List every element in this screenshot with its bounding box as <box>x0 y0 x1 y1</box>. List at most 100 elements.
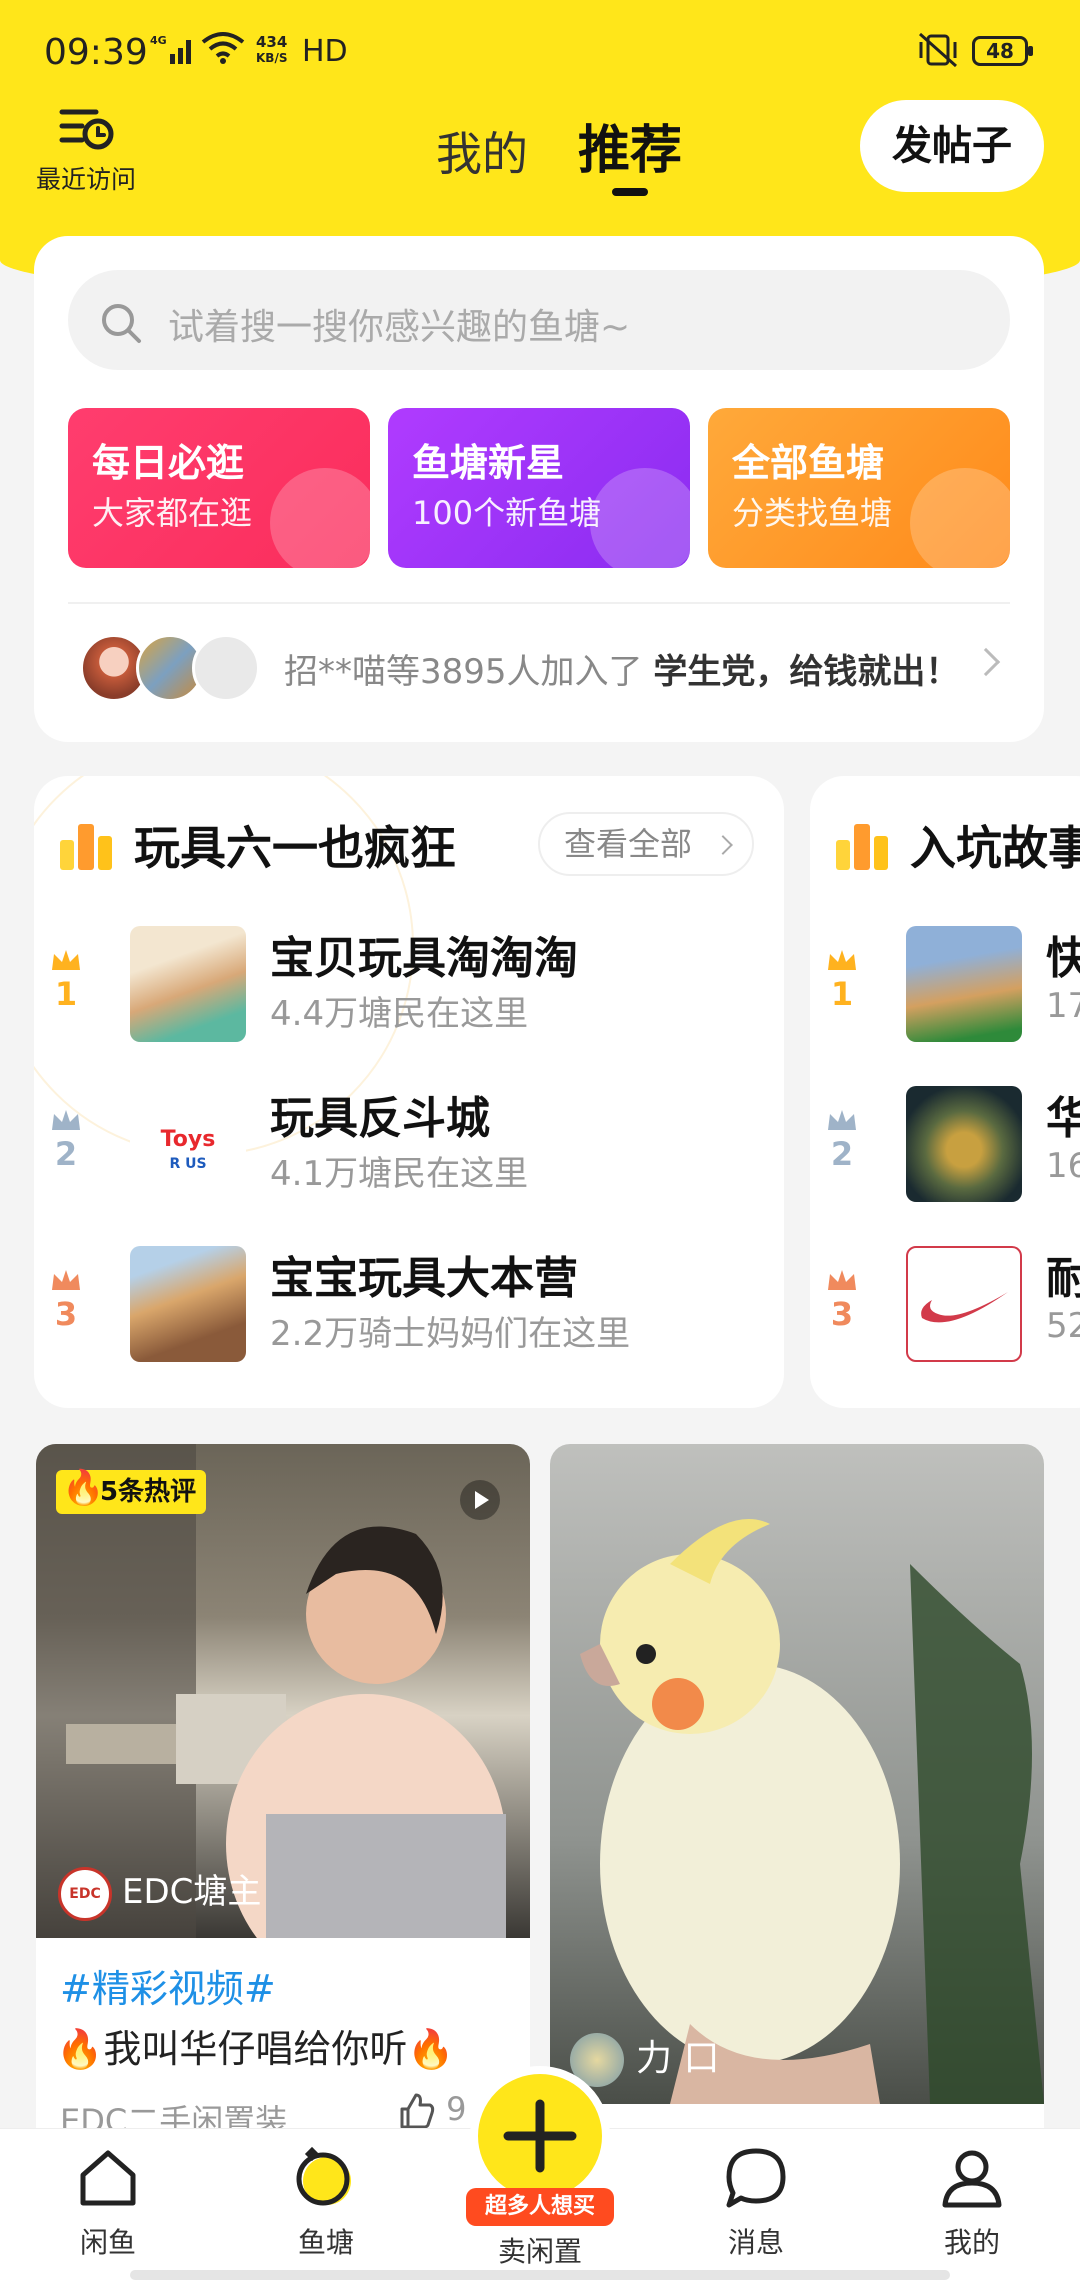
ranking-bars-icon <box>60 824 112 870</box>
nav-label: 鱼塘 <box>297 2226 354 2259</box>
nav-label: 消息 <box>727 2226 784 2259</box>
crown-icon: 3 <box>48 1268 84 1330</box>
crown-icon: 2 <box>824 1108 860 1170</box>
svg-text:R US: R US <box>169 1156 206 1172</box>
ranking-row[interactable]: 2 华 16 <box>810 1076 1080 1206</box>
fire-icon: 🔥 <box>62 1468 105 1508</box>
nav-me[interactable]: 我的 <box>892 2143 1052 2261</box>
tile-daily-must-visit[interactable]: 每日必逛 大家都在逛 <box>68 408 370 568</box>
ranking-title: 玩具六一也疯狂 <box>134 821 456 875</box>
ranking-card[interactable]: 入坑故事 1 快 17 2 华 16 3 耐 52 <box>810 776 1080 1408</box>
topic-tag[interactable]: #精彩视频# <box>60 1958 276 2013</box>
tile-subtitle: 分类找鱼塘 <box>732 494 893 532</box>
svg-text:Toys: Toys <box>161 1127 216 1152</box>
pond-name: 耐 <box>1046 1253 1080 1304</box>
sell-hot-tag: 超多人想买 <box>466 2188 614 2226</box>
parrot-photo <box>580 1519 1044 2104</box>
ranking-card[interactable]: 玩具六一也疯狂 查看全部 1 宝贝玩具淘淘淘 4.4万塘民在这里 2 Toys … <box>34 776 784 1408</box>
pond-name: 快 <box>1046 933 1080 984</box>
pond-discovery-card: 试着搜一搜你感兴趣的鱼塘~ 每日必逛 大家都在逛 鱼塘新星 100个新鱼塘 全部… <box>34 236 1044 742</box>
active-tab-indicator <box>612 188 648 196</box>
pond-name: 宝宝玩具大本营 <box>270 1253 578 1304</box>
fire-icon: 🔥 <box>407 2027 455 2071</box>
ranking-row[interactable]: 1 宝贝玩具淘淘淘 4.4万塘民在这里 <box>34 916 784 1046</box>
pond-members: 4.4万塘民在这里 <box>270 994 529 1034</box>
post-text-content: 我叫华仔唱给你听 <box>103 2027 408 2071</box>
speed-unit: KB/S <box>256 51 288 65</box>
pond-thumbnail: Toys R US <box>130 1086 246 1202</box>
author-name: EDC塘主 <box>122 1872 262 1912</box>
category-tiles: 每日必逛 大家都在逛 鱼塘新星 100个新鱼塘 全部鱼塘 分类找鱼塘 <box>68 408 1010 568</box>
joined-banner[interactable]: 招**喵等3895人加入了 学生党，给钱就出！ <box>74 630 1016 710</box>
ranking-row[interactable]: 3 耐 52 <box>810 1236 1080 1366</box>
joined-text: 招**喵等3895人加入了 学生党，给钱就出！ <box>284 644 959 693</box>
ranking-row[interactable]: 1 快 17 <box>810 916 1080 1046</box>
joined-pond-name: 学生党，给钱就出！ <box>653 652 960 692</box>
search-icon <box>102 304 141 343</box>
tile-title: 每日必逛 <box>92 441 245 485</box>
star-icon <box>590 468 690 568</box>
tile-title: 全部鱼塘 <box>732 441 885 485</box>
crown-icon: 1 <box>48 948 84 1010</box>
crown-icon: 2 <box>48 1108 84 1170</box>
nav-pond[interactable]: 鱼塘 <box>246 2143 406 2261</box>
sell-button[interactable] <box>470 2066 610 2206</box>
author-avatar: EDC <box>58 1866 112 1921</box>
ranking-row[interactable]: 3 宝宝玩具大本营 2.2万骑士妈妈们在这里 <box>34 1236 784 1366</box>
toysrus-logo: Toys R US <box>161 1127 216 1172</box>
rank-number: 1 <box>54 975 78 1013</box>
pond-members: 17 <box>1046 986 1080 1026</box>
ranking-row[interactable]: 2 Toys R US 玩具反斗城 4.1万塘民在这里 <box>34 1076 784 1206</box>
nav-xianyu[interactable]: 闲鱼 <box>28 2143 188 2261</box>
pond-members: 52 <box>1046 1306 1080 1346</box>
like-button[interactable]: 9 <box>396 2090 467 2131</box>
swoosh-logo <box>921 1292 1008 1323</box>
gesture-bar <box>130 2270 950 2280</box>
status-time: 09:39 <box>44 32 148 73</box>
pond-name: 华 <box>1046 1093 1080 1144</box>
tile-subtitle: 100个新鱼塘 <box>412 494 602 532</box>
pond-thumbnail <box>906 1086 1022 1202</box>
post-button[interactable]: 发帖子 <box>860 100 1044 192</box>
post-image[interactable]: 力 口 <box>550 1444 1044 2104</box>
pond-members: 2.2万骑士妈妈们在这里 <box>270 1314 631 1354</box>
signal-icon: 4G <box>150 34 191 64</box>
crown-icon: 3 <box>824 1268 860 1330</box>
battery-indicator: 48 <box>972 36 1033 66</box>
nav-messages[interactable]: 消息 <box>676 2143 836 2261</box>
rank-number: 3 <box>830 1295 854 1333</box>
grid-icon <box>910 468 1010 568</box>
search-input[interactable]: 试着搜一搜你感兴趣的鱼塘~ <box>68 270 1010 370</box>
pond-name: 玩具反斗城 <box>270 1093 490 1144</box>
recent-visits-icon <box>59 109 114 150</box>
post-text: 🔥我叫华仔唱给你听🔥 <box>56 2018 455 2073</box>
play-icon[interactable] <box>460 1480 500 1520</box>
hot-comments-badge: 🔥 5条热评 <box>56 1468 207 1514</box>
tile-subtitle: 大家都在逛 <box>92 494 253 532</box>
tile-title: 鱼塘新星 <box>412 441 565 485</box>
view-all-button[interactable]: 查看全部 <box>538 812 754 876</box>
nav-label: 卖闲置 <box>497 2235 582 2268</box>
author-name: 力 口 <box>636 2038 720 2079</box>
rank-number: 2 <box>54 1135 78 1173</box>
recent-visits-button[interactable]: 最近访问 <box>30 106 142 196</box>
pond-thumbnail <box>906 926 1022 1042</box>
tile-new-stars[interactable]: 鱼塘新星 100个新鱼塘 <box>388 408 690 568</box>
tile-all-ponds[interactable]: 全部鱼塘 分类找鱼塘 <box>708 408 1010 568</box>
rank-number: 2 <box>830 1135 854 1173</box>
joined-count-text: 招**喵等3895人加入了 <box>284 652 643 692</box>
pond-name: 宝贝玩具淘淘淘 <box>270 933 578 984</box>
status-bar: 09:39 4G 434 KB/S HD 48 <box>0 0 1080 100</box>
author[interactable]: EDC EDC塘主 <box>58 1864 261 1921</box>
video-thumbnail[interactable]: 🔥 5条热评 EDC EDC塘主 <box>36 1444 530 1938</box>
vibrate-mute-icon <box>919 32 957 68</box>
nav-label: 闲鱼 <box>79 2226 136 2259</box>
svg-text:4G: 4G <box>150 34 167 47</box>
pond-thumbnail <box>906 1246 1022 1362</box>
pond-icon <box>296 2146 351 2206</box>
pond-members: 4.1万塘民在这里 <box>270 1154 529 1194</box>
person-icon <box>942 2150 1002 2208</box>
tab-mine[interactable]: 我的 <box>436 118 528 184</box>
speed-value: 434 <box>256 33 288 51</box>
tab-recommend[interactable]: 推荐 <box>578 108 682 183</box>
